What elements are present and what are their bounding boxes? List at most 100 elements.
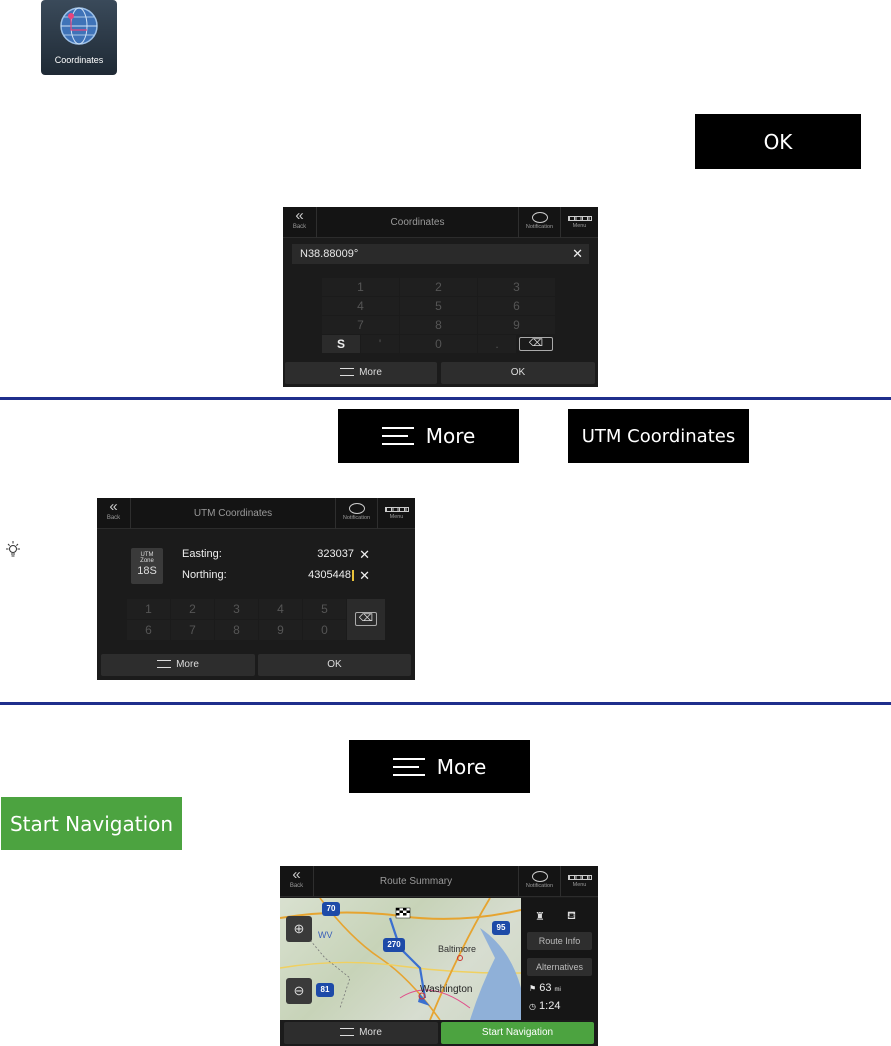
key-3[interactable]: 3	[478, 278, 555, 296]
clear-icon[interactable]: ✕	[572, 244, 583, 264]
notification-button[interactable]: Notification	[518, 866, 560, 897]
ok-button[interactable]: OK	[258, 654, 411, 676]
utm-label: UTM Coordinates	[581, 425, 736, 447]
northing-field[interactable]: Northing: 4305448 ✕	[182, 568, 372, 585]
speech-bubble-icon	[531, 212, 548, 223]
key-4[interactable]: 4	[259, 599, 302, 619]
notification-button[interactable]: Notification	[518, 207, 560, 238]
notification-button[interactable]: Notification	[335, 498, 377, 529]
i95-shield: 95	[492, 921, 510, 935]
backspace-icon[interactable]: ⌫	[519, 337, 553, 351]
start-navigation-button[interactable]: Start Navigation	[441, 1022, 594, 1044]
menu-button[interactable]: Menu	[377, 498, 415, 529]
key-5[interactable]: 5	[400, 297, 477, 315]
i270-shield: 270	[383, 938, 405, 952]
menu-button[interactable]: Menu	[560, 866, 598, 897]
backspace-icon: ⌫	[355, 612, 377, 626]
back-chevron-icon: «	[292, 866, 301, 883]
key-8[interactable]: 8	[215, 620, 258, 640]
coordinates-app-icon[interactable]: Coordinates	[41, 0, 117, 75]
route-summary-screen: « Back Route Summary Notification Menu 7…	[280, 866, 598, 1046]
route-info-button[interactable]: Route Info	[527, 932, 592, 950]
key-0[interactable]: 0	[400, 335, 477, 353]
notification-label: Notification	[342, 515, 371, 521]
utm-coordinates-screen: « Back UTM Coordinates Notification Menu…	[97, 498, 415, 680]
backspace-key[interactable]: ⌫	[347, 599, 385, 640]
speech-bubble-icon	[531, 871, 548, 882]
ok-button[interactable]: OK	[441, 362, 595, 384]
more-button-callout[interactable]: More	[338, 409, 519, 463]
more-button[interactable]: More	[101, 654, 255, 676]
section-divider	[0, 702, 891, 705]
map-roads	[280, 898, 521, 1020]
more-label: More	[436, 754, 487, 779]
more-label: More	[176, 659, 199, 670]
back-chevron-icon: «	[295, 207, 304, 224]
flag-icon: ⚑	[529, 984, 537, 993]
more-button[interactable]: More	[285, 362, 437, 384]
northing-label: Northing:	[182, 569, 227, 581]
key-dot[interactable]: .	[478, 335, 516, 353]
zoom-in-icon[interactable]: ⊕	[286, 916, 312, 942]
menu-squares-icon	[567, 875, 592, 880]
more-label: More	[359, 367, 382, 378]
key-1[interactable]: 1	[127, 599, 170, 619]
more-menu-icon	[157, 660, 172, 669]
key-apostrophe[interactable]: '	[361, 335, 399, 353]
screen-title: Route Summary	[379, 876, 453, 887]
header-bar: « Back Coordinates Notification Menu	[283, 207, 598, 238]
key-3[interactable]: 3	[215, 599, 258, 619]
clock-icon: ◷	[529, 1002, 536, 1011]
zoom-out-icon[interactable]: ⊖	[286, 978, 312, 1004]
key-6[interactable]: 6	[127, 620, 170, 640]
menu-label: Menu	[389, 514, 404, 520]
time-value: 1:24	[539, 1000, 561, 1012]
utm-zone-selector[interactable]: UTM Zone 18S	[131, 548, 163, 584]
key-0[interactable]: 0	[303, 620, 346, 640]
key-4[interactable]: 4	[322, 297, 399, 315]
clear-icon[interactable]: ✕	[359, 568, 370, 584]
more-label: More	[359, 1027, 382, 1038]
easting-field[interactable]: Easting: 323037 ✕	[182, 547, 372, 564]
northing-value: 4305448	[308, 569, 351, 581]
ok-button-callout[interactable]: OK	[695, 114, 861, 169]
back-button[interactable]: « Back	[97, 498, 131, 529]
key-6[interactable]: 6	[478, 297, 555, 315]
back-button[interactable]: « Back	[283, 207, 317, 238]
more-menu-icon	[340, 1028, 355, 1037]
vehicle-icon[interactable]: ♜	[535, 910, 545, 923]
key-2[interactable]: 2	[171, 599, 214, 619]
ok-label: OK	[763, 129, 793, 154]
menu-button[interactable]: Menu	[560, 207, 598, 238]
route-type-icon[interactable]: ⛾	[567, 910, 576, 924]
alternatives-button[interactable]: Alternatives	[527, 958, 592, 976]
clear-icon[interactable]: ✕	[359, 547, 370, 563]
route-map[interactable]: 70 270 95 81 WV Baltimore Washington ⊕ ⊖	[280, 898, 521, 1020]
more-button-callout[interactable]: More	[349, 740, 530, 793]
more-button[interactable]: More	[284, 1022, 438, 1044]
key-9[interactable]: 9	[259, 620, 302, 640]
key-9[interactable]: 9	[478, 316, 555, 334]
coordinate-value: N38.88009°	[300, 248, 359, 260]
back-button[interactable]: « Back	[280, 866, 314, 897]
menu-squares-icon	[567, 216, 592, 221]
key-8[interactable]: 8	[400, 316, 477, 334]
i70-shield: 70	[322, 902, 340, 916]
start-navigation-callout[interactable]: Start Navigation	[1, 797, 182, 850]
key-s[interactable]: S	[322, 335, 360, 353]
key-5[interactable]: 5	[303, 599, 346, 619]
key-2[interactable]: 2	[400, 278, 477, 296]
key-1[interactable]: 1	[322, 278, 399, 296]
menu-label: Menu	[572, 223, 587, 229]
screen-title: Coordinates	[390, 217, 445, 228]
section-divider	[0, 397, 891, 400]
map-label-washington: Washington	[420, 984, 473, 995]
header-bar: « Back UTM Coordinates Notification Menu	[97, 498, 415, 529]
key-7[interactable]: 7	[322, 316, 399, 334]
key-7[interactable]: 7	[171, 620, 214, 640]
coordinate-input[interactable]: N38.88009° ✕	[292, 244, 589, 264]
ok-label: OK	[510, 367, 526, 378]
utm-coordinates-callout[interactable]: UTM Coordinates	[568, 409, 749, 463]
notification-label: Notification	[525, 883, 554, 889]
lightbulb-icon	[6, 541, 20, 557]
